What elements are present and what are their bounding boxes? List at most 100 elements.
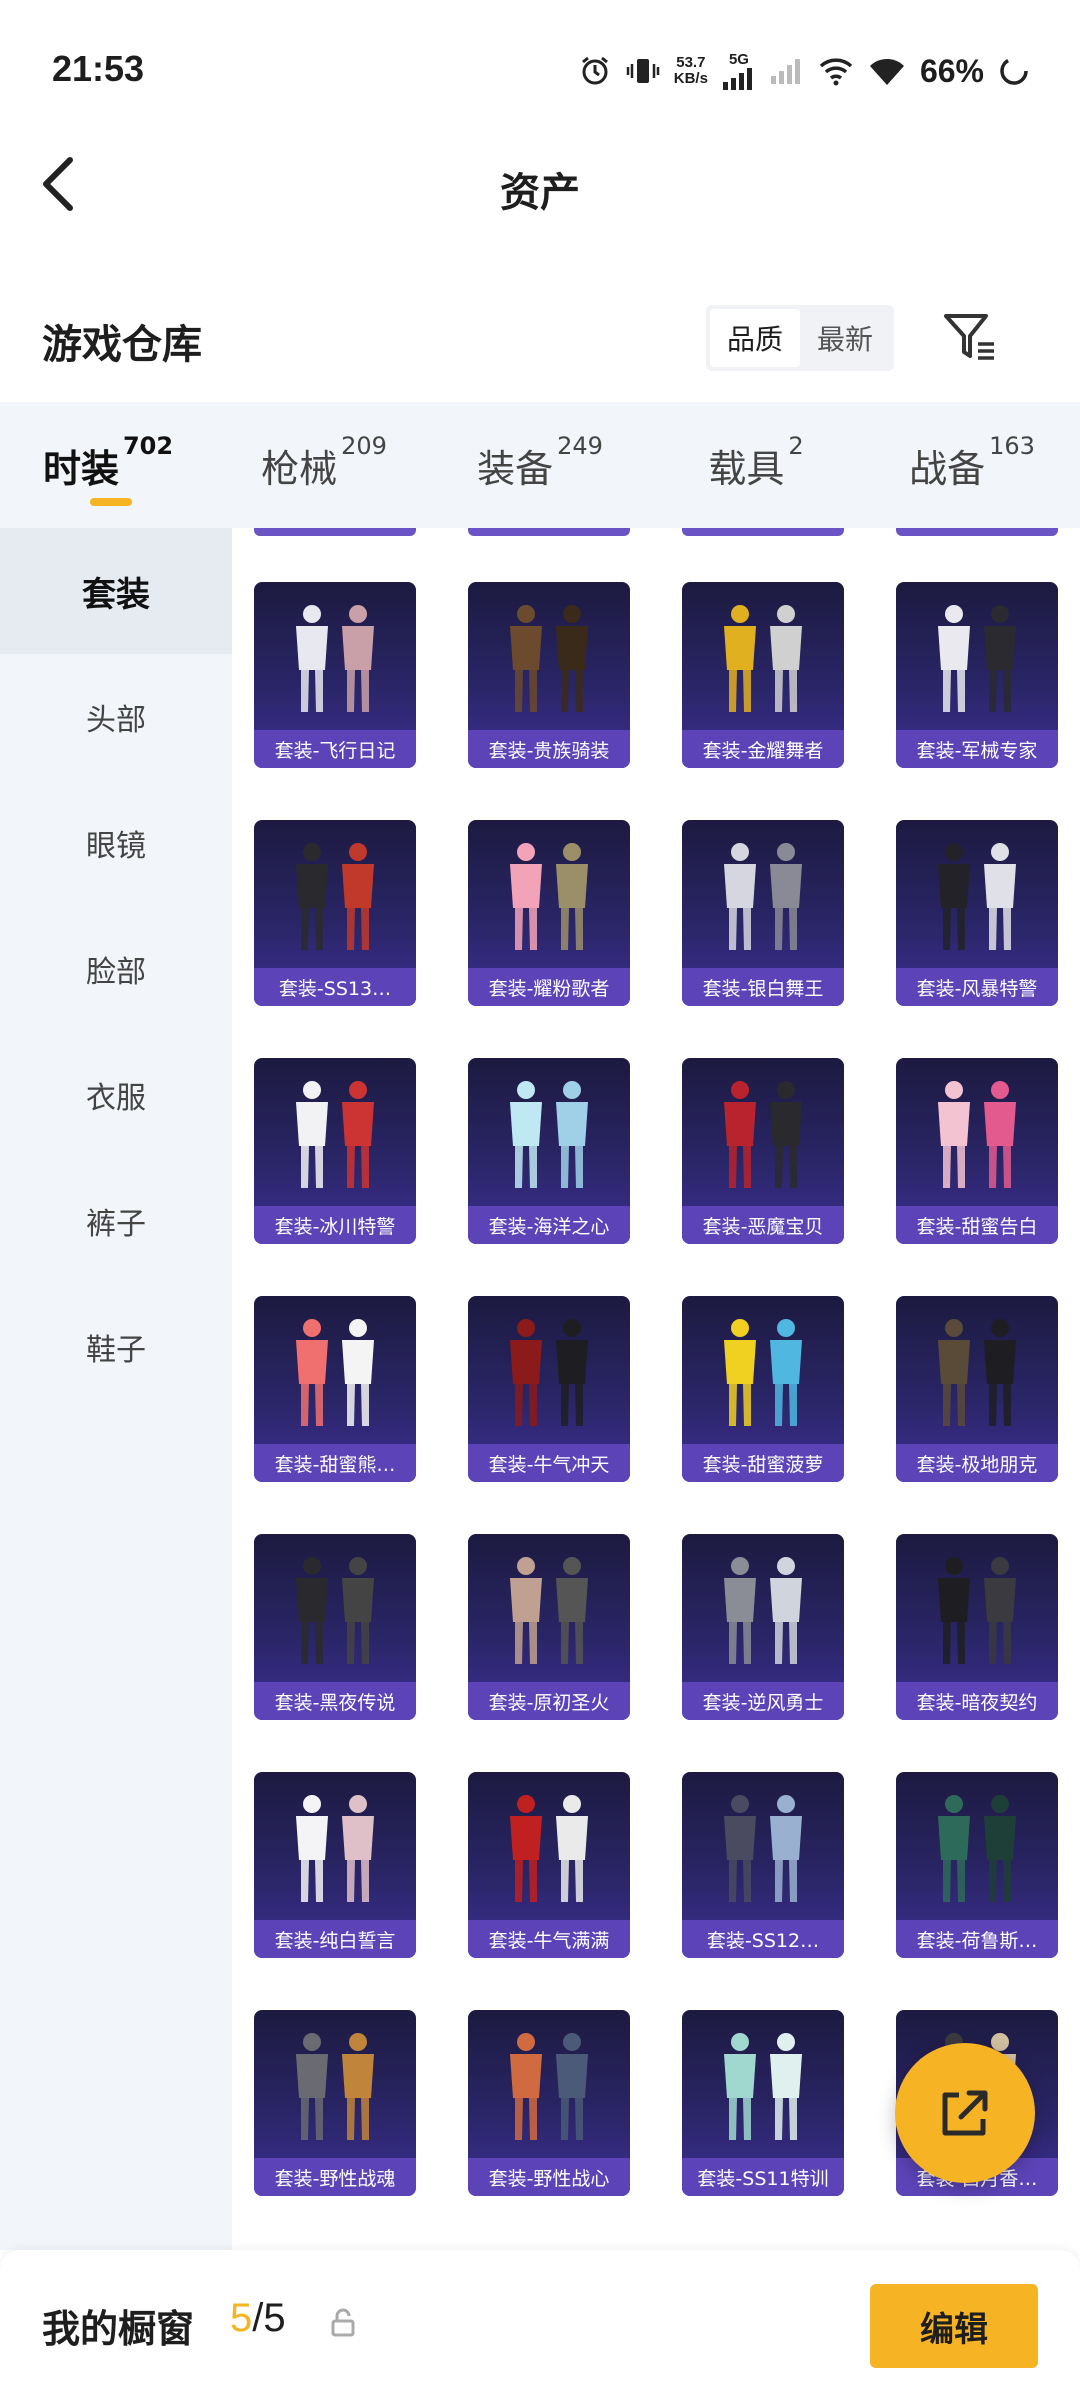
outfit-card-label: 套装-原初圣火 (468, 1682, 630, 1720)
outfit-figure-icon (510, 2033, 588, 2140)
sort-option-quality[interactable]: 品质 (710, 309, 800, 367)
outfit-card[interactable]: 套装-金耀舞者 (682, 582, 844, 768)
outfit-card[interactable]: 套装-贵族骑装 (468, 582, 630, 768)
outfit-card[interactable]: 套装-风暴特警 (896, 820, 1058, 1006)
outfit-card-label: 套装-金耀舞者 (682, 730, 844, 768)
outfit-name: 套装-冰川特警 (274, 1215, 396, 1238)
outfit-figure-icon (510, 843, 588, 950)
sidebar-item-shoes[interactable]: 鞋子 (0, 1284, 232, 1410)
showcase-total: 5 (263, 2296, 286, 2340)
tab-label: 枪械 (261, 447, 338, 491)
tab-count: 163 (989, 432, 1035, 460)
outfit-figure-icon (296, 1319, 374, 1426)
outfit-card[interactable]: 套装-SS11特训 (682, 2010, 844, 2196)
tab-label: 装备 (477, 447, 554, 491)
outfit-card[interactable]: 套装-银白舞王 (682, 820, 844, 1006)
share-icon (942, 2090, 988, 2136)
tab-vehicles[interactable]: 载具 2 (648, 402, 864, 528)
edit-button[interactable]: 编辑 (870, 2284, 1038, 2368)
outfit-figure-icon (724, 1557, 802, 1664)
outfit-card[interactable]: 套装-甜蜜熊… (254, 1296, 416, 1482)
outfit-figure-icon (296, 1795, 374, 1902)
outfit-card[interactable]: 套装-纯白誓言 (254, 1772, 416, 1958)
outfit-card[interactable]: 套装-暗夜契约 (896, 1534, 1058, 1720)
signal-weak-icon (770, 58, 804, 84)
outfit-card[interactable]: 套装-野性战魂 (254, 2010, 416, 2196)
sidebar-item-head[interactable]: 头部 (0, 654, 232, 780)
alarm-icon (578, 54, 612, 88)
outfit-card[interactable]: 套装-野性战心 (468, 2010, 630, 2196)
outfit-name: 套装-野性战魂 (274, 2167, 396, 2190)
sort-option-newest[interactable]: 最新 (800, 309, 890, 367)
showcase-current: 5 (230, 2296, 253, 2340)
signal-icon: 5G (722, 52, 756, 90)
card-peek (896, 528, 1058, 536)
outfit-card-label: 套装-逆风勇士 (682, 1682, 844, 1720)
tab-supplies[interactable]: 战备 163 (864, 402, 1080, 528)
outfit-card-label: 套装-耀粉歌者 (468, 968, 630, 1006)
outfit-card[interactable]: 套装-极地朋克 (896, 1296, 1058, 1482)
outfit-card[interactable]: 套装-黑夜传说 (254, 1534, 416, 1720)
share-fab[interactable] (895, 2043, 1035, 2183)
outfit-card-label: 套装-银白舞王 (682, 968, 844, 1006)
net-speed-value: 53.7 (676, 54, 706, 71)
outfit-card[interactable]: 套装-荷鲁斯… (896, 1772, 1058, 1958)
outfit-figure-icon (724, 1081, 802, 1188)
showcase-label: 我的橱窗 (42, 2307, 195, 2351)
tab-equipment[interactable]: 装备 249 (432, 402, 648, 528)
outfit-name: 套装-军械专家 (916, 739, 1038, 762)
filter-button[interactable] (940, 308, 1000, 368)
tab-guns[interactable]: 枪械 209 (216, 402, 432, 528)
outfit-card[interactable]: 套装-牛气满满 (468, 1772, 630, 1958)
sidebar-item-face[interactable]: 脸部 (0, 906, 232, 1032)
outfit-card-label: 套装-极地朋克 (896, 1444, 1058, 1482)
outfit-card[interactable]: 套装-飞行日记 (254, 582, 416, 768)
showcase-separator: / (252, 2296, 264, 2340)
wifi-icon (868, 56, 906, 86)
outfit-name: 套装-黑夜传说 (274, 1691, 396, 1714)
outfit-figure-icon (724, 843, 802, 950)
item-grid: 套装-飞行日记 套装-贵族骑装 套装-金耀舞者 套装-军械专家套装-SS13… 套装-耀… (232, 528, 1080, 2250)
outfit-figure-icon (938, 605, 1016, 712)
outfit-card[interactable]: 套装-牛气冲天 (468, 1296, 630, 1482)
outfit-figure-icon (938, 1557, 1016, 1664)
outfit-card[interactable]: 套装-逆风勇士 (682, 1534, 844, 1720)
outfit-card-label: 套装-海洋之心 (468, 1206, 630, 1244)
outfit-name: 套装-SS13… (278, 977, 392, 1000)
tab-fashion[interactable]: 时装 702 (0, 402, 216, 528)
outfit-card[interactable]: 套装-原初圣火 (468, 1534, 630, 1720)
outfit-card-label: 套装-甜蜜菠萝 (682, 1444, 844, 1482)
outfit-name: 套装-风暴特警 (916, 977, 1038, 1000)
outfit-figure-icon (296, 2033, 374, 2140)
filter-icon (944, 314, 994, 360)
outfit-card[interactable]: 套装-耀粉歌者 (468, 820, 630, 1006)
outfit-card-label: 套装-SS11特训 (682, 2158, 844, 2196)
outfit-card[interactable]: 套装-军械专家 (896, 582, 1058, 768)
tab-label: 战备 (909, 447, 986, 491)
outfit-figure-icon (296, 605, 374, 712)
outfit-figure-icon (510, 1557, 588, 1664)
section-title: 游戏仓库 (42, 322, 202, 368)
outfit-figure-icon (296, 843, 374, 950)
active-tab-indicator (90, 498, 132, 506)
outfit-figure-icon (724, 2033, 802, 2140)
outfit-card[interactable]: 套装-甜蜜菠萝 (682, 1296, 844, 1482)
outfit-card[interactable]: 套装-SS12… (682, 1772, 844, 1958)
sidebar-item-sets[interactable]: 套装 (0, 528, 232, 654)
sidebar-item-clothes[interactable]: 衣服 (0, 1032, 232, 1158)
outfit-name: 套装-极地朋克 (916, 1453, 1038, 1476)
outfit-name: 套装-逆风勇士 (702, 1691, 824, 1714)
outfit-figure-icon (510, 605, 588, 712)
sidebar-item-glasses[interactable]: 眼镜 (0, 780, 232, 906)
outfit-card[interactable]: 套装-恶魔宝贝 (682, 1058, 844, 1244)
hotspot-icon (818, 56, 854, 86)
outfit-name: 套装-恶魔宝贝 (702, 1215, 824, 1238)
outfit-card[interactable]: 套装-冰川特警 (254, 1058, 416, 1244)
outfit-card[interactable]: 套装-SS13… (254, 820, 416, 1006)
outfit-card[interactable]: 套装-甜蜜告白 (896, 1058, 1058, 1244)
sidebar-item-pants[interactable]: 裤子 (0, 1158, 232, 1284)
outfit-card-label: 套装-军械专家 (896, 730, 1058, 768)
battery-percent: 66% (919, 52, 984, 89)
outfit-card-label: 套装-贵族骑装 (468, 730, 630, 768)
outfit-card[interactable]: 套装-海洋之心 (468, 1058, 630, 1244)
